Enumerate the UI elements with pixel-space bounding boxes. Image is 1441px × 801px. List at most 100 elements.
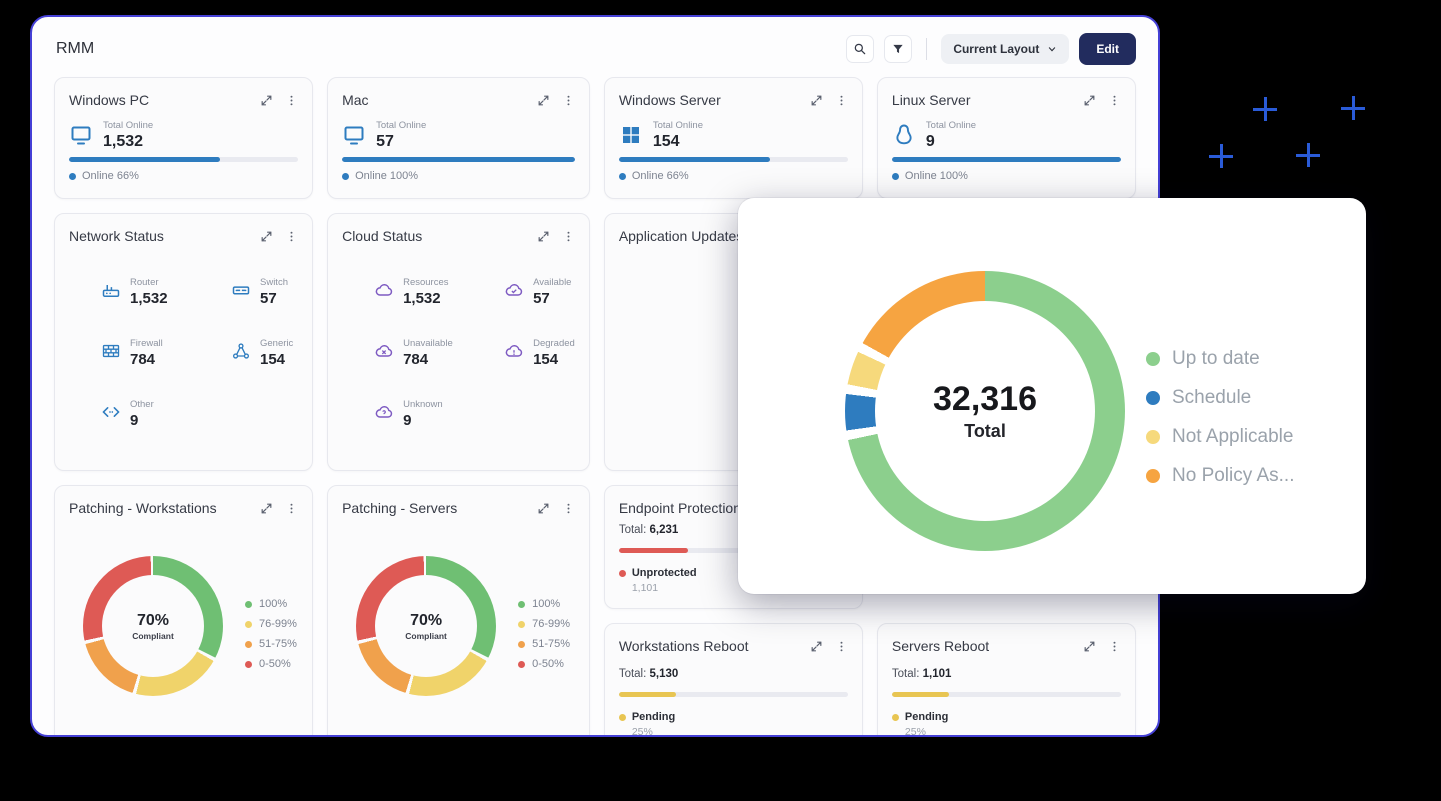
layout-selector-label: Current Layout bbox=[953, 42, 1039, 56]
metric-label: Total Online bbox=[103, 120, 153, 131]
legend-dot bbox=[1146, 391, 1160, 405]
stat-value: 9 bbox=[403, 412, 443, 429]
expand-button[interactable] bbox=[810, 94, 823, 107]
toolbar: Current Layout Edit bbox=[846, 33, 1136, 65]
card-title: Patching - Workstations bbox=[69, 500, 217, 516]
firewall-icon bbox=[101, 341, 121, 361]
status-dot bbox=[342, 173, 349, 180]
search-icon bbox=[853, 42, 867, 56]
kebab-menu-icon bbox=[1108, 640, 1121, 653]
total-value: 6,231 bbox=[650, 524, 679, 536]
expand-button[interactable] bbox=[1083, 640, 1096, 653]
filter-icon bbox=[891, 42, 905, 56]
legend-dot bbox=[245, 661, 252, 668]
status-label: Pending bbox=[632, 711, 675, 723]
stat-label: Generic bbox=[260, 338, 293, 349]
legend-label: 51-75% bbox=[532, 638, 570, 650]
more-options-button[interactable] bbox=[562, 502, 575, 515]
plus-decoration bbox=[1296, 143, 1320, 167]
expand-button[interactable] bbox=[537, 230, 550, 243]
toolbar-divider bbox=[926, 38, 927, 60]
stat-generic: Generic 154 bbox=[231, 338, 298, 368]
pending-progress-bar bbox=[619, 692, 848, 697]
more-options-button[interactable] bbox=[562, 94, 575, 107]
status-dot bbox=[619, 570, 626, 577]
network-status-card: Network Status Router1,532 Switch57 Fi bbox=[54, 213, 313, 471]
expand-icon bbox=[810, 94, 823, 107]
more-options-button[interactable] bbox=[285, 230, 298, 243]
expand-button[interactable] bbox=[260, 94, 273, 107]
expand-button[interactable] bbox=[537, 94, 550, 107]
page-title: RMM bbox=[56, 40, 94, 58]
stat-value: 9 bbox=[130, 412, 154, 429]
stat-unavailable: Unavailable784 bbox=[374, 338, 504, 368]
kebab-menu-icon bbox=[1108, 94, 1121, 107]
workstations-reboot-card: Workstations Reboot Total: 5,130 Pending… bbox=[604, 623, 863, 737]
legend-dot bbox=[1146, 430, 1160, 444]
policy-donut-chart: 32,316 Total bbox=[845, 271, 1125, 551]
legend-label: Not Applicable bbox=[1172, 426, 1293, 448]
linux-server-card: Linux Server Total Online 9 Online 100% bbox=[877, 77, 1136, 199]
card-title: Application Updates bbox=[619, 228, 744, 244]
expand-button[interactable] bbox=[260, 502, 273, 515]
kebab-menu-icon bbox=[835, 640, 848, 653]
legend-label: Schedule bbox=[1172, 387, 1251, 409]
edit-button[interactable]: Edit bbox=[1079, 33, 1136, 65]
kebab-menu-icon bbox=[285, 502, 298, 515]
stat-switch: Switch57 bbox=[231, 277, 298, 307]
online-progress-bar bbox=[892, 157, 1121, 162]
status-dot bbox=[69, 173, 76, 180]
more-options-button[interactable] bbox=[285, 94, 298, 107]
status-line: Pending bbox=[619, 711, 848, 723]
expand-button[interactable] bbox=[1083, 94, 1096, 107]
stat-resources: Resources1,532 bbox=[374, 277, 504, 307]
stat-label: Resources bbox=[403, 277, 448, 288]
more-options-button[interactable] bbox=[835, 640, 848, 653]
status-label: Online 66% bbox=[82, 170, 139, 182]
more-options-button[interactable] bbox=[1108, 94, 1121, 107]
stat-label: Unknown bbox=[403, 399, 443, 410]
legend-dot bbox=[518, 621, 525, 628]
linux-icon bbox=[892, 123, 916, 147]
plus-decoration bbox=[1209, 144, 1233, 168]
legend-label: 51-75% bbox=[259, 638, 297, 650]
more-options-button[interactable] bbox=[562, 230, 575, 243]
generic-device-icon bbox=[231, 341, 251, 361]
stat-available: Available57 bbox=[504, 277, 575, 307]
expand-icon bbox=[810, 640, 823, 653]
expand-icon bbox=[260, 94, 273, 107]
card-title: Cloud Status bbox=[342, 228, 422, 244]
card-title: Linux Server bbox=[892, 92, 971, 108]
stat-label: Unavailable bbox=[403, 338, 453, 349]
expand-button[interactable] bbox=[537, 502, 550, 515]
layout-selector[interactable]: Current Layout bbox=[941, 34, 1069, 64]
legend-label: 100% bbox=[259, 598, 287, 610]
search-button[interactable] bbox=[846, 35, 874, 63]
monitor-icon bbox=[69, 123, 93, 147]
legend-label: No Policy As... bbox=[1172, 465, 1295, 487]
stat-unknown: Unknown 9 bbox=[374, 399, 504, 429]
card-title: Endpoint Protection bbox=[619, 500, 741, 516]
stat-value: 154 bbox=[260, 351, 293, 368]
stat-label: Switch bbox=[260, 277, 288, 288]
popup-total-value: 32,316 bbox=[933, 380, 1037, 419]
stat-value: 154 bbox=[533, 351, 575, 368]
status-dot bbox=[892, 173, 899, 180]
status-dot bbox=[619, 173, 626, 180]
online-progress-bar bbox=[619, 157, 848, 162]
more-options-button[interactable] bbox=[285, 502, 298, 515]
more-options-button[interactable] bbox=[835, 94, 848, 107]
expand-button[interactable] bbox=[810, 640, 823, 653]
compliance-value: 70% bbox=[410, 612, 442, 630]
kebab-menu-icon bbox=[285, 94, 298, 107]
legend-dot bbox=[245, 601, 252, 608]
policy-status-popup: 32,316 Total Up to date Schedule Not App… bbox=[738, 198, 1366, 594]
kebab-menu-icon bbox=[835, 94, 848, 107]
compliance-donut-chart: 70% Compliant bbox=[83, 556, 223, 696]
expand-button[interactable] bbox=[260, 230, 273, 243]
patching-workstations-card: Patching - Workstations 70% Compliant 10… bbox=[54, 485, 313, 737]
card-title: Workstations Reboot bbox=[619, 638, 749, 654]
filter-button[interactable] bbox=[884, 35, 912, 63]
more-options-button[interactable] bbox=[1108, 640, 1121, 653]
legend-label: 76-99% bbox=[259, 618, 297, 630]
